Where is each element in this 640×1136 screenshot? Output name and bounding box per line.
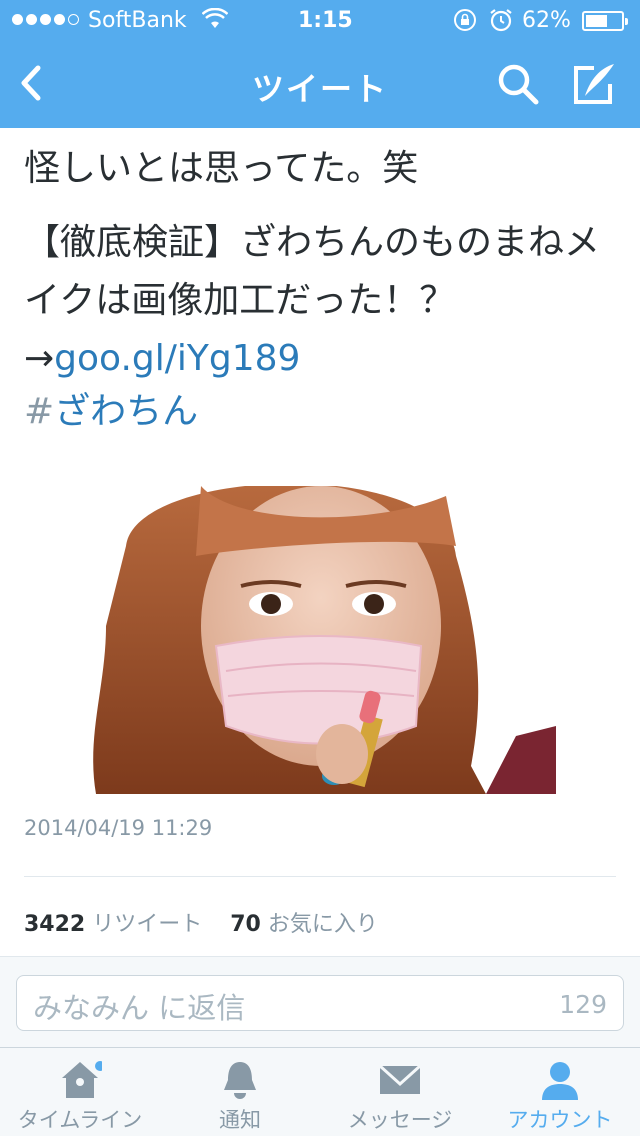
tweet-text-line1: 怪しいとは思ってた。笑 [24,148,419,189]
compose-icon[interactable] [570,60,618,108]
hashtag-text: ざわちん [54,391,199,432]
top-bar: SoftBank 1:15 62% ツイート [0,0,640,128]
tweet-link[interactable]: goo.gl/iYg189 [54,338,300,379]
tab-timeline[interactable]: タイムライン [0,1048,160,1136]
tab-bar: タイムライン 通知 メッセージ アカウント [0,1047,640,1136]
rotation-lock-icon [452,7,478,39]
bell-icon [218,1058,262,1102]
tab-label: メッセージ [347,1108,453,1132]
tweet-text-body: 【徹底検証】ざわちんのものまねメイクは画像加工だった！？ →goo.gl/iYg1… [24,214,620,388]
clock-time: 1:15 [298,8,353,33]
signal-strength-icon [12,14,79,25]
page-title: ツイート [251,70,388,108]
hashtag-link[interactable]: #ざわちん [24,382,198,434]
char-counter: 129 [559,990,607,1019]
tab-label: タイムライン [17,1108,143,1132]
reply-placeholder: みなみん に返信 [33,991,246,1025]
nav-bar: ツイート [0,40,640,128]
home-icon [58,1058,105,1102]
status-bar: SoftBank 1:15 62% [0,0,640,40]
person-icon [538,1058,582,1102]
favorite-label[interactable]: お気に入り [268,912,378,937]
retweet-count[interactable]: 3422 [24,912,85,937]
tweet-photo[interactable] [76,486,556,794]
link-arrow: → [24,338,55,379]
tab-label: 通知 [219,1108,261,1132]
tab-messages[interactable]: メッセージ [320,1048,480,1136]
tab-account[interactable]: アカウント [480,1048,640,1136]
retweet-label[interactable]: リツイート [92,912,202,937]
tweet-stats: 3422 リツイート 70 お気に入り [24,906,378,938]
battery-icon [582,11,628,31]
reply-input[interactable]: みなみん に返信 129 [16,975,624,1031]
divider [24,876,616,877]
alarm-icon [488,7,514,39]
tweet-timestamp: 2014/04/19 11:29 [24,816,213,840]
tab-label: アカウント [507,1108,613,1132]
carrier-name: SoftBank [88,8,187,33]
hashtag-symbol: # [24,391,55,432]
reply-bar: みなみん に返信 129 [0,957,640,1047]
tweet-text-headline: 【徹底検証】ざわちんのものまねメイクは画像加工だった！？ [24,222,601,321]
search-icon[interactable] [494,60,542,108]
favorite-count[interactable]: 70 [230,912,261,937]
wifi-icon [201,7,229,36]
battery-percent: 62% [522,8,571,33]
envelope-icon [378,1058,422,1102]
tab-notifications[interactable]: 通知 [160,1048,320,1136]
